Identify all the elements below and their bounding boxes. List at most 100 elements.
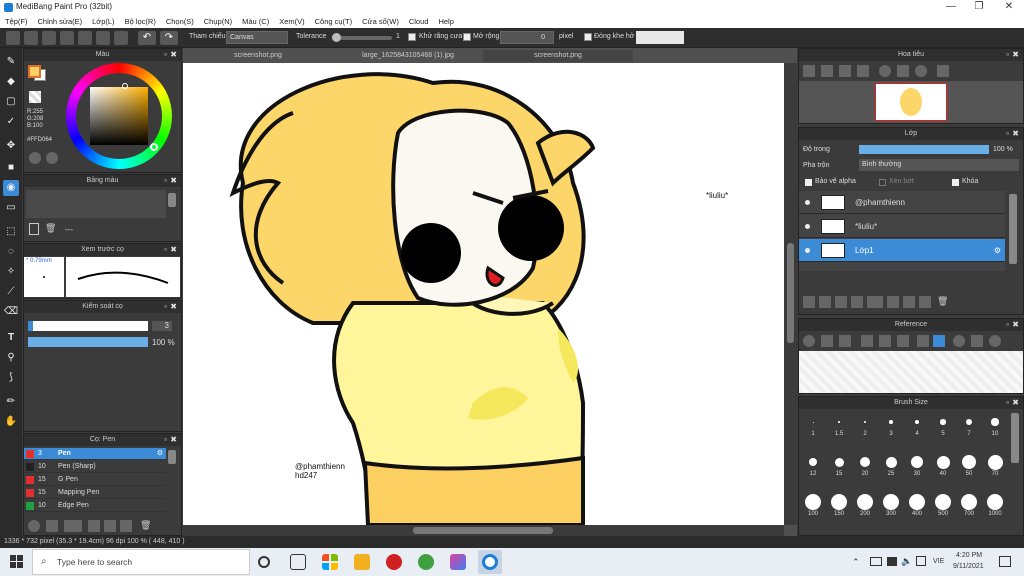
canvas-horizontal-scrollbar[interactable] (183, 525, 784, 536)
select-pen-icon[interactable]: ⟋ (3, 284, 19, 300)
add-brush-icon[interactable] (46, 520, 58, 532)
new-1bit-layer-icon[interactable] (851, 296, 863, 308)
eye-icon[interactable] (805, 248, 810, 253)
task-view-icon[interactable] (290, 554, 306, 570)
brush-size-option[interactable]: 12 (801, 453, 825, 477)
ref-zoom-in-icon[interactable] (861, 335, 873, 347)
redo-icon[interactable]: ↷ (160, 31, 178, 45)
paint-app-icon[interactable] (450, 554, 466, 570)
close-gap-checkbox[interactable] (584, 33, 592, 41)
text-tool-icon[interactable]: T (3, 330, 19, 346)
layer-opacity-slider[interactable] (859, 145, 989, 154)
transparent-swatch[interactable] (29, 91, 41, 103)
brush-size-option[interactable]: 1.5 (827, 413, 851, 437)
brush-item[interactable]: 3 Pen ⚙ (24, 448, 166, 460)
color-slider-mode-icon[interactable] (46, 152, 58, 164)
brush-size-option[interactable]: 4 (905, 413, 929, 437)
ref-flip-icon[interactable] (971, 335, 983, 347)
menu-view[interactable]: Xem(V) (279, 17, 304, 26)
flip-icon[interactable] (897, 65, 909, 77)
expand-checkbox[interactable] (463, 33, 471, 41)
chevron-up-icon[interactable]: ⌃ (852, 557, 860, 568)
drawing-canvas[interactable]: *liuliu* @phamthienn hd247 (183, 63, 784, 525)
brush-size-option[interactable]: 700 (957, 493, 981, 517)
maximize-icon[interactable]: ▫ (164, 244, 167, 256)
cloud-download-icon[interactable] (803, 335, 815, 347)
cloud-icon[interactable] (6, 31, 20, 45)
close-icon[interactable]: ✖ (170, 175, 177, 187)
hue-wheel[interactable] (66, 63, 172, 169)
close-icon[interactable]: ✖ (170, 244, 177, 256)
vertical-scroll-thumb[interactable] (787, 243, 794, 343)
tab-screenshot-2[interactable]: screenshot.png (483, 50, 633, 62)
actual-size-icon[interactable] (857, 65, 869, 77)
microsoft-store-icon[interactable] (322, 554, 338, 570)
minimize-button[interactable]: — (944, 1, 958, 13)
eye-icon[interactable] (805, 224, 810, 229)
check-tool-icon[interactable]: ✓ (3, 114, 19, 130)
close-icon[interactable]: ✖ (1012, 397, 1019, 409)
menu-color[interactable]: Màu (C) (242, 17, 269, 26)
lasso-tool-icon[interactable]: ◌ (3, 244, 19, 260)
add-brush-menu-icon[interactable] (64, 520, 82, 532)
sv-square[interactable] (90, 87, 148, 145)
open-folder-icon[interactable] (821, 335, 833, 347)
brush-size-option[interactable]: 50 (957, 453, 981, 477)
fill-tool-icon[interactable]: ◉ (3, 180, 19, 196)
select-eraser-icon[interactable]: ⌫ (3, 304, 19, 320)
blend-select[interactable]: Bình thường (859, 159, 1019, 171)
upload-icon[interactable] (42, 31, 56, 45)
close-button[interactable]: ✕ (1002, 1, 1016, 13)
maximize-button[interactable]: ❐ (972, 1, 986, 13)
menu-cloud[interactable]: Cloud (409, 17, 429, 26)
close-icon[interactable]: ✖ (170, 301, 177, 313)
brush-item[interactable]: 10 Pen (Sharp) (24, 461, 166, 473)
menu-layer[interactable]: Lớp(L) (92, 17, 114, 26)
brush-item[interactable]: 15 Mapping Pen (24, 487, 166, 499)
brush-size-option[interactable]: 5 (931, 413, 955, 437)
brush-size-option[interactable]: 25 (879, 453, 903, 477)
opacity-slider[interactable] (28, 337, 148, 347)
trash-icon[interactable]: 🗑 (45, 223, 56, 235)
menu-edit[interactable]: Chỉnh sửa(E) (38, 17, 83, 26)
new-palette-icon[interactable] (29, 223, 39, 235)
gradient-tool-icon[interactable]: ▭ (3, 200, 19, 216)
ref-rotate-right-icon[interactable] (989, 335, 1001, 347)
tab-large-jpg[interactable]: large_1625843105468 (1).jpg (333, 50, 483, 62)
close-icon[interactable]: ✖ (170, 434, 177, 446)
brush-size-option[interactable]: 100 (801, 493, 825, 517)
horizontal-scroll-thumb[interactable] (413, 527, 553, 534)
language-indicator[interactable]: VIE (933, 558, 944, 565)
pen-alt-icon[interactable]: ✏ (3, 394, 19, 410)
menu-window[interactable]: Cửa sổ(W) (362, 17, 399, 26)
new-layer-icon[interactable] (803, 296, 815, 308)
eraser-tool-icon[interactable]: ◆ (3, 74, 19, 90)
brush-size-option[interactable]: 15 (827, 453, 851, 477)
select-rect-tool-icon[interactable]: ▢ (3, 94, 19, 110)
file-explorer-icon[interactable] (354, 554, 370, 570)
tolerance-slider[interactable] (332, 33, 392, 42)
layer-row[interactable]: @phamthienn (799, 191, 1005, 214)
operation-tool-icon[interactable]: ⚲ (3, 350, 19, 366)
network-icon[interactable] (870, 557, 882, 566)
zoom-out-icon[interactable] (821, 65, 833, 77)
protect-alpha-checkbox[interactable] (805, 179, 812, 186)
layer-move-icon[interactable] (887, 296, 899, 308)
antialias-checkbox[interactable] (408, 33, 416, 41)
menu-file[interactable]: Tệp(F) (5, 17, 28, 26)
maximize-icon[interactable]: ▫ (164, 175, 167, 187)
canvas-vertical-scrollbar[interactable] (784, 63, 797, 525)
new-halftone-layer-icon[interactable] (819, 296, 831, 308)
menu-snap[interactable]: Chụp(N) (204, 17, 232, 26)
clip-checkbox[interactable] (879, 179, 886, 186)
fit-icon[interactable] (839, 65, 851, 77)
ref-fit-icon[interactable] (879, 335, 891, 347)
volume-icon[interactable]: 🔈 (901, 556, 912, 567)
move-tool-icon[interactable]: ✥ (3, 138, 19, 154)
brush-size-option[interactable]: 70 (983, 453, 1007, 477)
ref-hand-icon[interactable] (933, 335, 945, 347)
app-green-icon[interactable] (418, 554, 434, 570)
hue-cursor[interactable] (150, 143, 158, 151)
pen-tool-icon[interactable]: ✎ (3, 54, 19, 70)
zoom-in-icon[interactable] (803, 65, 815, 77)
